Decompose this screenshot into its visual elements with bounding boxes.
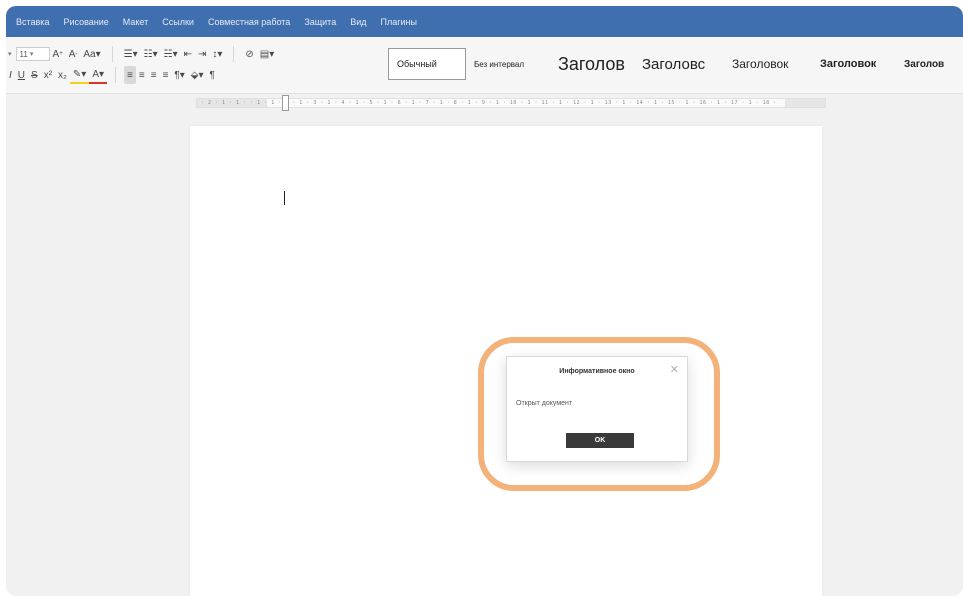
paragraph-shading-icon[interactable]: ⬙▾: [188, 66, 207, 84]
style-normal-label: Обычный: [397, 59, 437, 69]
font-size-value: 11: [19, 49, 28, 59]
text-cursor: [284, 191, 285, 205]
style-no-spacing-label: Без интервал: [474, 59, 525, 69]
toolbar-separator: [115, 67, 117, 83]
justify-icon[interactable]: ≡: [160, 66, 172, 84]
styles-gallery: Обычный Без интервал Заголов Заголовс За…: [388, 41, 956, 87]
subscript-icon[interactable]: x₂: [55, 66, 70, 84]
ribbon-toolbar: ▾ 11 ▾ A + A- Aa▾ ☰▾ ☷▾ ☵▾ ⇤ ⇥ ↕▾ ⊘ ▤▾ I …: [6, 37, 963, 94]
indent-marker-icon[interactable]: [282, 95, 289, 111]
style-heading-3-label: Заголовок: [732, 57, 789, 71]
change-case-icon[interactable]: Aa▾: [80, 45, 103, 63]
style-normal[interactable]: Обычный: [388, 48, 466, 80]
chevron-down-icon: ▾: [29, 51, 34, 58]
font-name-dropdown-icon[interactable]: ▾: [8, 50, 12, 58]
show-formatting-marks-icon[interactable]: ¶: [207, 66, 218, 84]
info-dialog: Информативное окно ✕ Открыт документ OK: [506, 356, 688, 462]
font-size-select[interactable]: 11 ▾: [15, 47, 50, 61]
line-spacing-icon[interactable]: ↕▾: [209, 45, 225, 63]
style-heading-2[interactable]: Заголовс: [634, 49, 724, 79]
multilevel-list-icon[interactable]: ☵▾: [161, 45, 181, 63]
toolbar-separator: [111, 46, 113, 62]
superscript-icon[interactable]: x²: [41, 66, 55, 84]
ruler-ticks: · 2 · 1 · 1 · · 1 · 1 · 2 · 1 · 3 · 1 · …: [201, 100, 777, 106]
menu-bar: Вставка Рисование Макет Ссылки Совместна…: [6, 6, 963, 37]
decrease-indent-icon[interactable]: ⇤: [181, 45, 195, 63]
close-icon[interactable]: ✕: [670, 364, 679, 376]
ok-button[interactable]: OK: [566, 433, 634, 448]
menu-plugins[interactable]: Плагины: [381, 17, 417, 27]
font-size-decrease-icon[interactable]: A-: [66, 45, 81, 63]
style-heading-4-label: Заголовок: [820, 58, 877, 70]
highlight-color-icon[interactable]: ✎▾: [69, 66, 90, 84]
dialog-title: Информативное окно: [559, 368, 635, 375]
align-right-icon[interactable]: ≡: [148, 66, 160, 84]
style-heading-2-label: Заголовс: [642, 55, 706, 73]
shading-icon[interactable]: ▤▾: [257, 45, 277, 63]
menu-collaboration[interactable]: Совместная работа: [208, 17, 290, 27]
dialog-message: Открыт документ: [516, 400, 573, 407]
clear-style-icon[interactable]: ⊘: [242, 45, 256, 63]
menu-references[interactable]: Ссылки: [162, 17, 194, 27]
style-no-spacing[interactable]: Без интервал: [466, 49, 550, 79]
horizontal-ruler[interactable]: · 2 · 1 · 1 · · 1 · 1 · 2 · 1 · 3 · 1 · …: [196, 95, 826, 111]
strikethrough-icon[interactable]: S: [28, 66, 41, 84]
menu-layout[interactable]: Макет: [123, 17, 148, 27]
style-heading-4[interactable]: Заголовок: [812, 49, 896, 79]
font-size-increase-icon[interactable]: A +: [50, 45, 66, 63]
ribbon-row-bottom: I U S x² x₂ ✎▾ A▾ ≡ ≡ ≡ ≡ ¶▾ ⬙▾ ¶: [6, 66, 218, 84]
font-color-icon[interactable]: A▾: [89, 66, 108, 84]
italic-icon[interactable]: I: [6, 66, 15, 84]
menu-view[interactable]: Вид: [350, 17, 366, 27]
increase-indent-icon[interactable]: ⇥: [195, 45, 209, 63]
underline-icon[interactable]: U: [15, 66, 28, 84]
bullet-list-icon[interactable]: ☰▾: [121, 45, 141, 63]
ribbon-row-top: ▾ 11 ▾ A + A- Aa▾ ☰▾ ☷▾ ☵▾ ⇤ ⇥ ↕▾ ⊘ ▤▾: [6, 45, 277, 63]
paragraph-settings-icon[interactable]: ¶▾: [171, 66, 187, 84]
app-window: Вставка Рисование Макет Ссылки Совместна…: [6, 6, 963, 596]
menu-draw[interactable]: Рисование: [63, 17, 108, 27]
align-left-icon[interactable]: ≡: [124, 66, 136, 84]
style-heading-1[interactable]: Заголов: [550, 49, 634, 79]
align-center-icon[interactable]: ≡: [136, 66, 148, 84]
style-heading-3[interactable]: Заголовок: [724, 49, 812, 79]
menu-insert[interactable]: Вставка: [16, 17, 49, 27]
toolbar-separator: [233, 46, 235, 62]
style-heading-1-label: Заголов: [558, 53, 625, 74]
numbered-list-icon[interactable]: ☷▾: [141, 45, 161, 63]
style-heading-5[interactable]: Заголов: [896, 49, 956, 79]
style-heading-5-label: Заголов: [904, 58, 945, 70]
menu-protection[interactable]: Защита: [304, 17, 336, 27]
